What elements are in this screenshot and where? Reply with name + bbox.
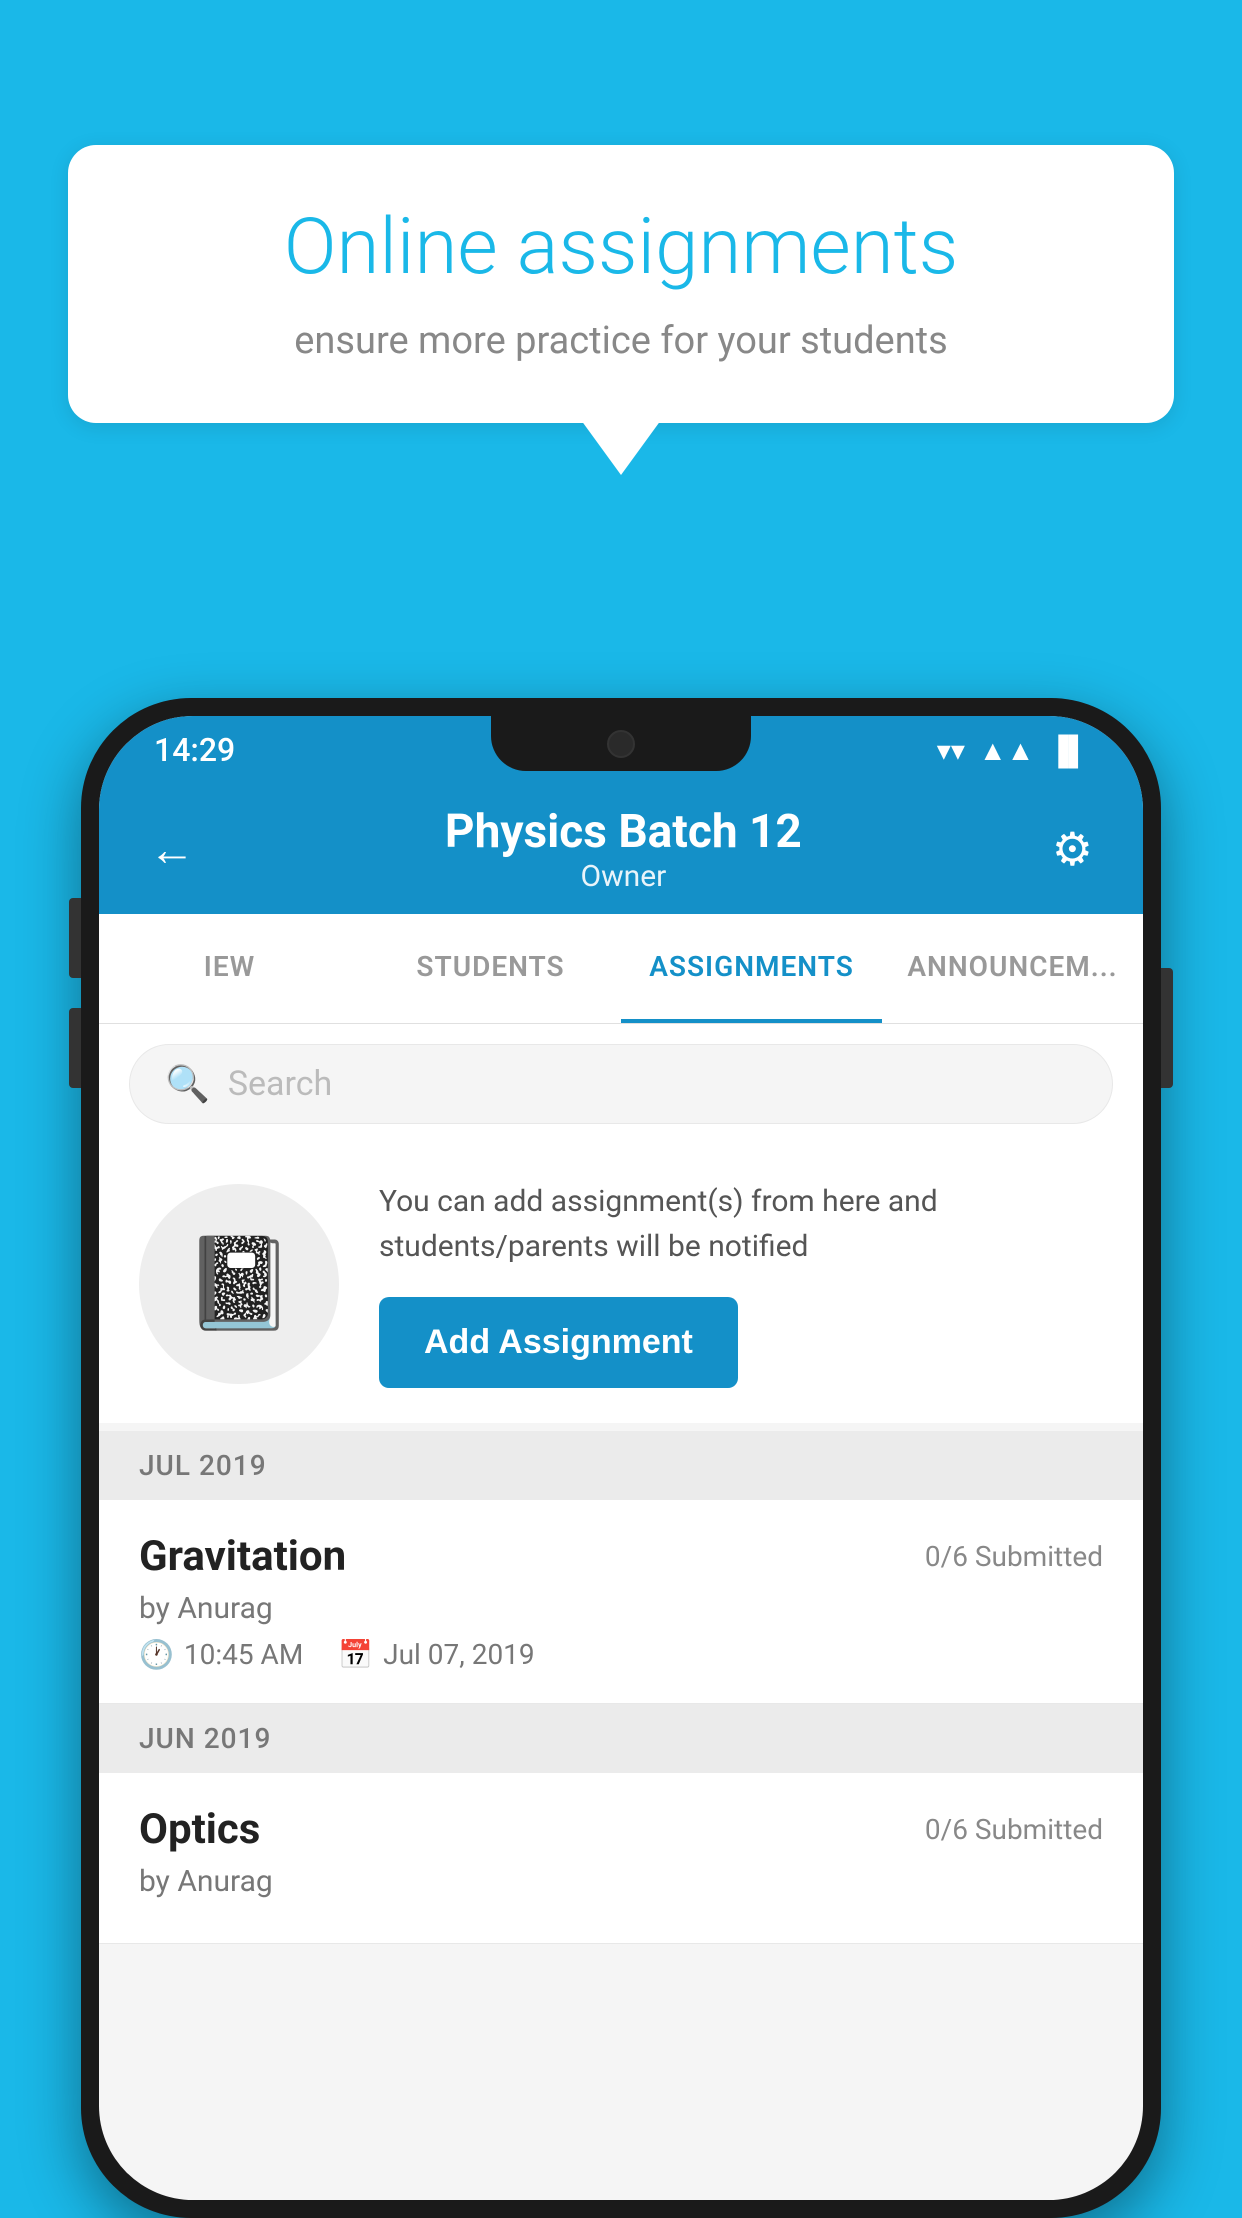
assignment-row-top: Gravitation 0/6 Submitted	[139, 1532, 1103, 1581]
search-placeholder: Search	[228, 1064, 332, 1104]
phone-camera	[607, 730, 635, 758]
promo-icon-circle: 📓	[139, 1184, 339, 1384]
assignment-submitted-gravitation: 0/6 Submitted	[925, 1540, 1103, 1573]
assignment-author-optics: by Anurag	[139, 1864, 1103, 1899]
app-header: ← Physics Batch 12 Owner ⚙	[99, 784, 1143, 914]
back-button[interactable]: ←	[149, 822, 195, 877]
assignment-name-optics: Optics	[139, 1805, 260, 1854]
search-container: 🔍 Search	[99, 1024, 1143, 1144]
tab-students[interactable]: STUDENTS	[360, 914, 621, 1023]
section-label-jul: JUL 2019	[139, 1449, 267, 1482]
promo-section: 📓 You can add assignment(s) from here an…	[99, 1144, 1143, 1423]
clock-icon: 🕐	[139, 1638, 174, 1671]
bubble-title: Online assignments	[138, 205, 1104, 291]
assignment-date-gravitation: 📅 Jul 07, 2019	[338, 1638, 534, 1671]
promo-text: You can add assignment(s) from here and …	[379, 1179, 1103, 1269]
assignment-date-value: Jul 07, 2019	[383, 1638, 535, 1671]
assignment-time-value: 10:45 AM	[184, 1638, 303, 1671]
speech-bubble-container: Online assignments ensure more practice …	[68, 145, 1174, 423]
status-time: 14:29	[154, 731, 235, 769]
assignment-item-gravitation[interactable]: Gravitation 0/6 Submitted by Anurag 🕐 10…	[99, 1500, 1143, 1704]
notebook-icon: 📓	[183, 1231, 295, 1336]
tab-overview[interactable]: IEW	[99, 914, 360, 1023]
battery-icon: ▐▌	[1048, 734, 1088, 767]
wifi-icon: ▾▾	[937, 734, 965, 767]
section-label-jun: JUN 2019	[139, 1722, 271, 1755]
assignment-row-top-optics: Optics 0/6 Submitted	[139, 1805, 1103, 1854]
tab-assignments[interactable]: ASSIGNMENTS	[621, 914, 882, 1023]
tabs-bar: IEW STUDENTS ASSIGNMENTS ANNOUNCEM...	[99, 914, 1143, 1024]
search-icon: 🔍	[165, 1063, 210, 1105]
phone-frame: 14:29 ▾▾ ▲▲ ▐▌ ← Physics Batch 12 Owner …	[81, 698, 1161, 2218]
section-header-jun: JUN 2019	[99, 1704, 1143, 1773]
assignment-time-gravitation: 🕐 10:45 AM	[139, 1638, 303, 1671]
calendar-icon: 📅	[338, 1638, 373, 1671]
header-title: Physics Batch 12	[445, 805, 802, 859]
assignment-submitted-optics: 0/6 Submitted	[925, 1813, 1103, 1846]
assignment-item-optics[interactable]: Optics 0/6 Submitted by Anurag	[99, 1773, 1143, 1944]
status-icons: ▾▾ ▲▲ ▐▌	[937, 734, 1088, 767]
speech-bubble: Online assignments ensure more practice …	[68, 145, 1174, 423]
search-bar[interactable]: 🔍 Search	[129, 1044, 1113, 1124]
promo-content: You can add assignment(s) from here and …	[379, 1179, 1103, 1388]
add-assignment-button[interactable]: Add Assignment	[379, 1297, 738, 1388]
signal-icon: ▲▲	[979, 734, 1034, 767]
side-button-power	[1161, 968, 1173, 1088]
side-button-vol-down	[69, 1008, 81, 1088]
header-subtitle: Owner	[445, 859, 802, 894]
side-button-vol-up	[69, 898, 81, 978]
section-header-jul: JUL 2019	[99, 1431, 1143, 1500]
tab-announcements[interactable]: ANNOUNCEM...	[882, 914, 1143, 1023]
assignment-author-gravitation: by Anurag	[139, 1591, 1103, 1626]
header-center: Physics Batch 12 Owner	[445, 805, 802, 894]
assignment-meta-gravitation: 🕐 10:45 AM 📅 Jul 07, 2019	[139, 1638, 1103, 1671]
phone-screen: 14:29 ▾▾ ▲▲ ▐▌ ← Physics Batch 12 Owner …	[99, 716, 1143, 2200]
settings-icon[interactable]: ⚙	[1052, 822, 1093, 877]
assignment-name-gravitation: Gravitation	[139, 1532, 346, 1581]
bubble-subtitle: ensure more practice for your students	[138, 319, 1104, 363]
